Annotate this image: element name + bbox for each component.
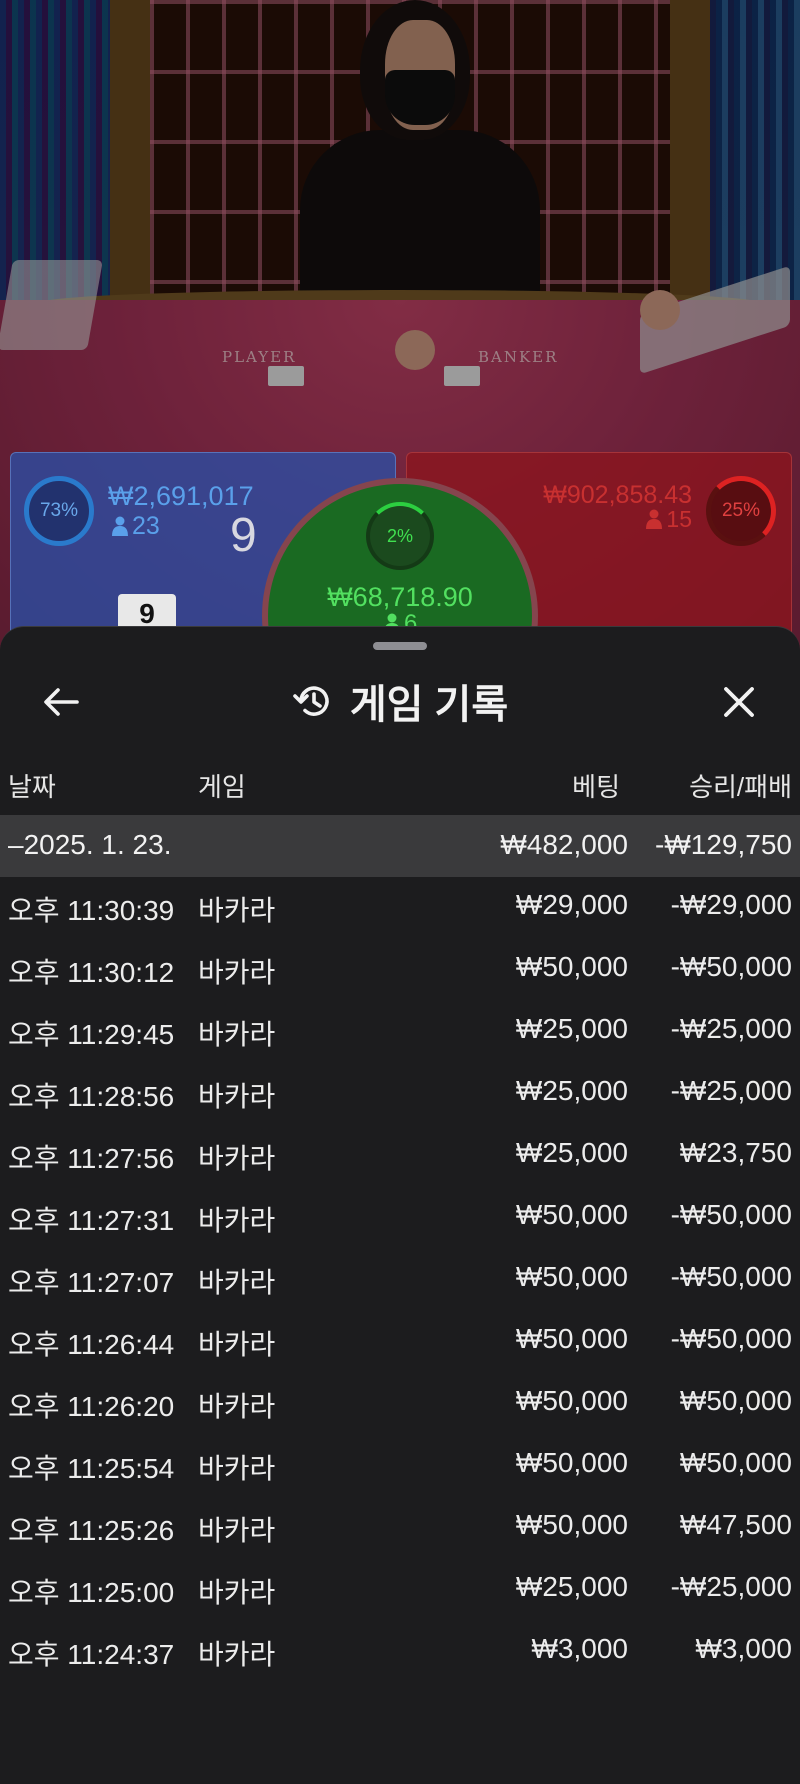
tie-total-bet: ₩68,718.90 xyxy=(327,582,473,612)
history-clock-icon xyxy=(293,686,329,716)
row-game: 바카라 xyxy=(198,1329,276,1360)
banker-percent: 25% xyxy=(721,500,761,521)
date-group-result-total: -₩129,750 xyxy=(655,829,792,860)
history-row[interactable]: 오후 11:25:54 바카라 ₩50,000 ₩50,000 xyxy=(0,1437,800,1499)
player-bettors-count: 23 xyxy=(132,512,160,540)
close-button[interactable] xyxy=(714,677,764,727)
row-time: 오후 11:26:44 xyxy=(8,1329,175,1360)
row-game: 바카라 xyxy=(198,895,276,926)
row-result: -₩50,000 xyxy=(670,1199,792,1230)
row-result: -₩25,000 xyxy=(670,1571,792,1602)
player-score: 9 xyxy=(230,509,257,562)
column-header-bet[interactable]: 베팅 xyxy=(572,767,620,804)
row-game: 바카라 xyxy=(198,1267,276,1298)
row-time: 오후 11:28:56 xyxy=(8,1081,175,1112)
row-time: 오후 11:27:56 xyxy=(8,1143,175,1174)
player-percent: 73% xyxy=(39,500,79,521)
date-group-bet-total: ₩482,000 xyxy=(500,829,628,860)
row-time: 오후 11:30:12 xyxy=(8,957,175,988)
history-row[interactable]: 오후 11:27:07 바카라 ₩50,000 -₩50,000 xyxy=(0,1251,800,1313)
tie-percent-ring: 2% xyxy=(366,502,434,570)
row-time: 오후 11:26:20 xyxy=(8,1391,175,1422)
row-bet: ₩25,000 xyxy=(515,1075,628,1106)
row-game: 바카라 xyxy=(198,1639,276,1670)
person-icon xyxy=(646,509,663,529)
sheet-drag-handle[interactable] xyxy=(373,642,427,650)
row-game: 바카라 xyxy=(198,1577,276,1608)
close-icon xyxy=(724,687,754,717)
row-bet: ₩50,000 xyxy=(515,1447,628,1478)
row-time: 오후 11:25:00 xyxy=(8,1577,175,1608)
player-percent-ring: 73% xyxy=(24,476,94,546)
tie-percent: 2% xyxy=(386,525,413,546)
history-row[interactable]: 오후 11:25:00 바카라 ₩25,000 -₩25,000 xyxy=(0,1561,800,1623)
sheet-title: 게임 기록 xyxy=(349,683,509,727)
history-row[interactable]: 오후 11:26:20 바카라 ₩50,000 ₩50,000 xyxy=(0,1375,800,1437)
history-row[interactable]: 오후 11:29:45 바카라 ₩25,000 -₩25,000 xyxy=(0,1003,800,1065)
sheet-header: 게임 기록 xyxy=(0,671,800,731)
row-game: 바카라 xyxy=(198,957,276,988)
player-bettors: 23 xyxy=(112,512,160,541)
row-result: ₩50,000 xyxy=(679,1385,792,1416)
date-group-label: –2025. 1. 23. xyxy=(8,829,172,860)
row-bet: ₩50,000 xyxy=(515,1199,628,1230)
banker-bettors: 15 xyxy=(646,506,692,533)
row-bet: ₩50,000 xyxy=(515,951,628,982)
row-result: ₩23,750 xyxy=(679,1137,792,1168)
row-time: 오후 11:29:45 xyxy=(8,1019,175,1050)
row-result: -₩29,000 xyxy=(670,889,792,920)
person-icon xyxy=(112,516,128,536)
row-bet: ₩25,000 xyxy=(515,1137,628,1168)
history-row[interactable]: 오후 11:30:39 바카라 ₩29,000 -₩29,000 xyxy=(0,879,800,941)
row-bet: ₩29,000 xyxy=(515,889,628,920)
history-row[interactable]: 오후 11:28:56 바카라 ₩25,000 -₩25,000 xyxy=(0,1065,800,1127)
row-result: -₩25,000 xyxy=(670,1075,792,1106)
row-time: 오후 11:24:37 xyxy=(8,1639,175,1670)
row-time: 오후 11:25:54 xyxy=(8,1453,175,1484)
row-bet: ₩25,000 xyxy=(515,1571,628,1602)
row-game: 바카라 xyxy=(198,1019,276,1050)
row-bet: ₩3,000 xyxy=(531,1633,629,1664)
history-list: 오후 11:30:39 바카라 ₩29,000 -₩29,000 오후 11:30:1… xyxy=(0,879,800,1685)
date-group-row[interactable]: –2025. 1. 23. ₩482,000 -₩129,750 xyxy=(0,815,800,877)
history-row[interactable]: 오후 11:30:12 바카라 ₩50,000 -₩50,000 xyxy=(0,941,800,1003)
row-result: -₩25,000 xyxy=(670,1013,792,1044)
row-game: 바카라 xyxy=(198,1515,276,1546)
history-row[interactable]: 오후 11:25:26 바카라 ₩50,000 ₩47,500 xyxy=(0,1499,800,1561)
row-bet: ₩50,000 xyxy=(515,1261,628,1292)
banker-bettors-count: 15 xyxy=(666,506,692,532)
row-bet: ₩50,000 xyxy=(515,1385,628,1416)
row-result: -₩50,000 xyxy=(670,951,792,982)
row-bet: ₩25,000 xyxy=(515,1013,628,1044)
row-time: 오후 11:27:07 xyxy=(8,1267,175,1298)
history-row[interactable]: 오후 11:27:56 바카라 ₩25,000 ₩23,750 xyxy=(0,1127,800,1189)
row-game: 바카라 xyxy=(198,1143,276,1174)
row-result: -₩50,000 xyxy=(670,1323,792,1354)
column-header-date[interactable]: 날짜 xyxy=(8,767,56,804)
row-result: ₩50,000 xyxy=(679,1447,792,1478)
row-time: 오후 11:30:39 xyxy=(8,895,175,926)
row-game: 바카라 xyxy=(198,1081,276,1112)
history-row[interactable]: 오후 11:27:31 바카라 ₩50,000 -₩50,000 xyxy=(0,1189,800,1251)
row-bet: ₩50,000 xyxy=(515,1509,628,1540)
row-result: ₩47,500 xyxy=(679,1509,792,1540)
row-result: -₩50,000 xyxy=(670,1261,792,1292)
row-bet: ₩50,000 xyxy=(515,1323,628,1354)
banker-percent-ring: 25% xyxy=(706,476,776,546)
row-time: 오후 11:25:26 xyxy=(8,1515,175,1546)
history-row[interactable]: 오후 11:24:37 바카라 ₩3,000 ₩3,000 xyxy=(0,1623,800,1685)
row-game: 바카라 xyxy=(198,1453,276,1484)
row-game: 바카라 xyxy=(198,1205,276,1236)
row-game: 바카라 xyxy=(198,1391,276,1422)
column-header-result[interactable]: 승리/패배 xyxy=(689,767,792,804)
column-header-game[interactable]: 게임 xyxy=(198,767,246,804)
row-time: 오후 11:27:31 xyxy=(8,1205,175,1236)
game-history-sheet: 게임 기록 날짜 게임 베팅 승리/패배 –2025. 1. 23. ₩482,… xyxy=(0,626,800,1784)
row-result: ₩3,000 xyxy=(695,1633,793,1664)
history-row[interactable]: 오후 11:26:44 바카라 ₩50,000 -₩50,000 xyxy=(0,1313,800,1375)
